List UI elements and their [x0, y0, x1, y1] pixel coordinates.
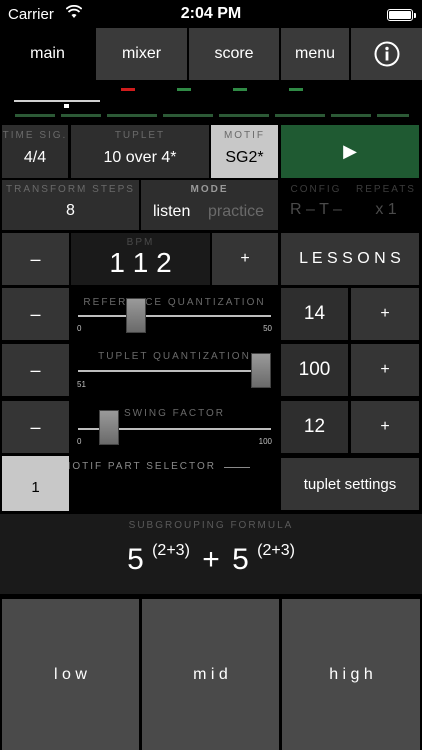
led-green — [233, 88, 247, 91]
lessons-button[interactable]: L E S S O N S — [281, 233, 419, 285]
tuplet-settings-button[interactable]: tuplet settings — [281, 458, 419, 510]
beat-bar — [107, 114, 157, 117]
motif-part-selector: MOTIF PART SELECTOR 1 — [2, 456, 278, 511]
reference-quantization-value: 14 — [281, 288, 348, 340]
reference-quantization-slider[interactable]: REFERENCE QUANTIZATION 0 50 — [71, 288, 278, 340]
swing-factor-value: 12 — [281, 401, 348, 453]
led-green — [177, 88, 191, 91]
tab-main[interactable]: main — [0, 28, 95, 80]
clock: 2:04 PM — [180, 5, 242, 22]
slider-thumb[interactable] — [126, 298, 147, 333]
transform-steps-button[interactable]: TRANSFORM STEPS 8 — [2, 180, 139, 230]
beat-bar — [275, 114, 325, 117]
beat-bar — [331, 114, 371, 117]
beat-bar — [377, 114, 409, 117]
pad-mid[interactable]: m i d — [142, 599, 279, 750]
beat-bar — [15, 114, 55, 117]
tuplet-quantization-plus-button[interactable]: + — [351, 344, 419, 396]
led-red — [121, 88, 135, 91]
bpm-minus-button[interactable]: – — [2, 233, 69, 285]
pad-high[interactable]: h i g h — [282, 599, 420, 750]
mode-listen[interactable]: listen — [153, 203, 190, 221]
status-bar: Carrier 2:04 PM — [0, 0, 422, 28]
motif-part-1-button[interactable]: 1 — [2, 456, 69, 511]
bpm-plus-button[interactable]: + — [212, 233, 278, 285]
beat-bar — [163, 114, 213, 117]
play-icon: ▶ — [343, 141, 357, 161]
motif-button[interactable]: MOTIF SG2* — [211, 125, 278, 178]
time-signature-button[interactable]: TIME SIG. 4/4 — [2, 125, 68, 178]
selector-title: MOTIF PART SELECTOR — [62, 461, 216, 472]
indicator-strip — [0, 82, 422, 122]
mode-practice[interactable]: practice — [208, 203, 264, 221]
tuplet-quantization-value: 100 — [281, 344, 348, 396]
swing-factor-plus-button[interactable]: + — [351, 401, 419, 453]
slider-thumb[interactable] — [98, 410, 119, 445]
slider-track — [78, 370, 271, 372]
mode-selector[interactable]: MODE listen practice — [141, 180, 278, 230]
bpm-display: BPM 1 1 2 — [71, 233, 210, 285]
play-button[interactable]: ▶ — [281, 125, 419, 178]
reference-quantization-minus-button[interactable]: – — [2, 288, 69, 340]
progress-track — [14, 100, 100, 102]
info-button[interactable] — [351, 28, 422, 80]
tuplet-button[interactable]: TUPLET 10 over 4* — [71, 125, 209, 178]
slider-track — [78, 315, 271, 317]
battery-icon — [387, 9, 416, 21]
swing-factor-slider[interactable]: SWING FACTOR 0 100 — [71, 401, 278, 453]
beat-bar — [219, 114, 269, 117]
progress-marker — [63, 104, 69, 108]
config-display: CONFIG R – T – — [290, 184, 342, 218]
tab-menu[interactable]: menu — [281, 28, 349, 80]
info-icon — [374, 41, 399, 67]
led-green — [289, 88, 303, 91]
pad-low[interactable]: l o w — [2, 599, 139, 750]
tuplet-quantization-minus-button[interactable]: – — [2, 344, 69, 396]
slider-thumb[interactable] — [251, 353, 271, 388]
tab-score[interactable]: score — [189, 28, 279, 80]
tab-mixer[interactable]: mixer — [96, 28, 187, 80]
repeats-display: REPEATS x 1 — [356, 184, 416, 218]
swing-factor-minus-button[interactable]: – — [2, 401, 69, 453]
selector-line-right — [224, 467, 250, 468]
subgrouping-formula: SUBGROUPING FORMULA 5 (2+3) + 5 (2+3) — [0, 514, 422, 594]
beat-bar — [61, 114, 101, 117]
formula-text: 5 (2+3) + 5 (2+3) — [127, 542, 295, 576]
tuplet-quantization-slider[interactable]: TUPLET QUANTIZATION 51 — [71, 344, 278, 396]
reference-quantization-plus-button[interactable]: + — [351, 288, 419, 340]
